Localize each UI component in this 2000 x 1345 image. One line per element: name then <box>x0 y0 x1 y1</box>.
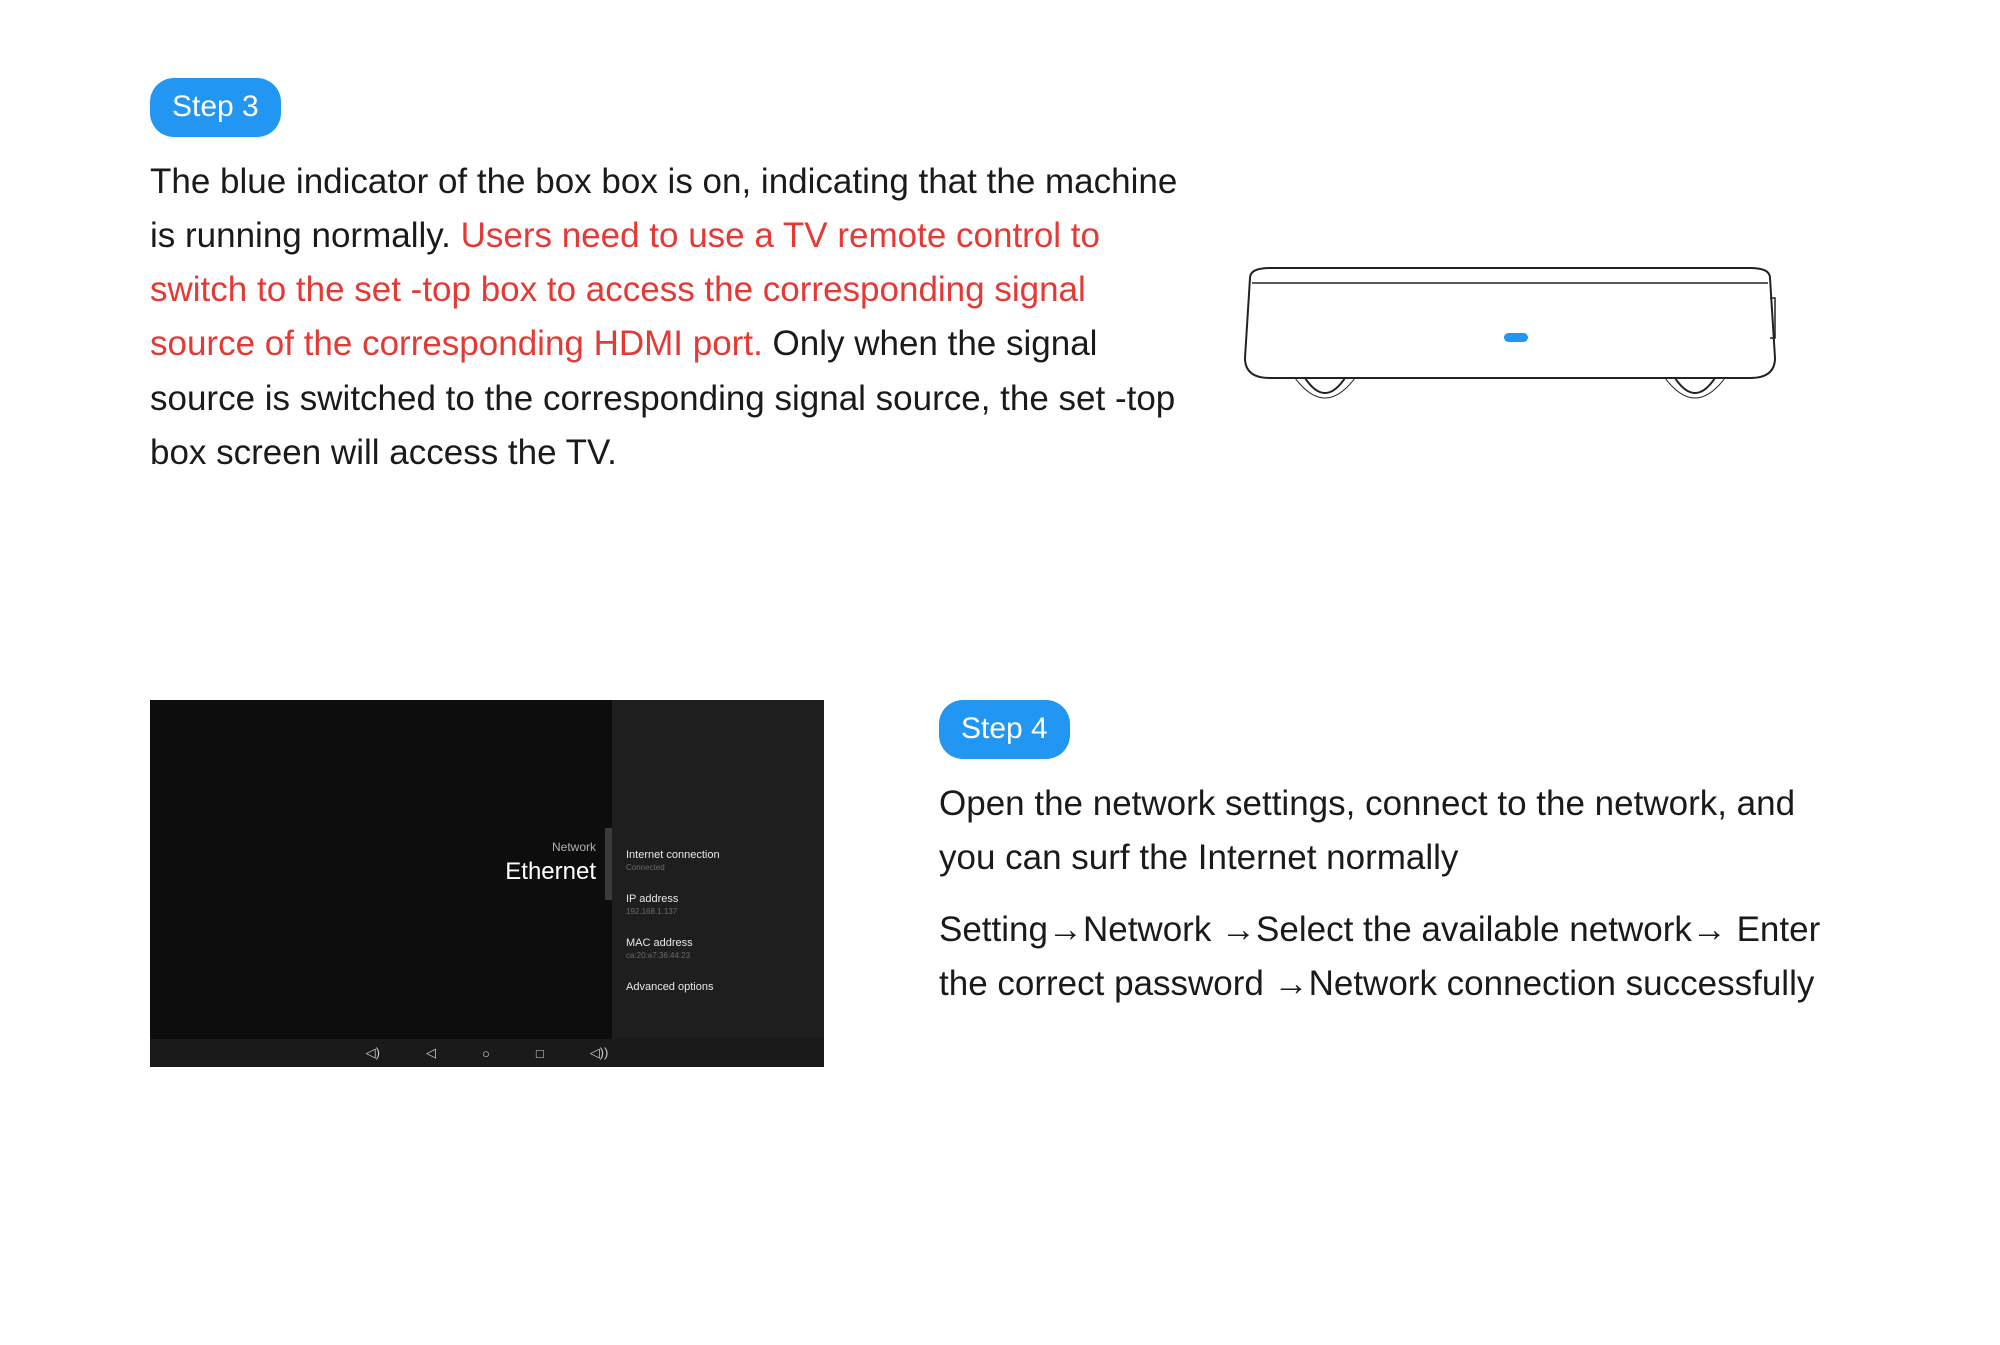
internet-connection-value: Connected <box>612 863 824 890</box>
home-icon: ○ <box>482 1046 490 1061</box>
android-nav-bar: ◁) ◁ ○ □ ◁)) <box>150 1039 824 1067</box>
ip-address-value: 192.168.1.137 <box>612 907 824 934</box>
volume-down-icon: ◁) <box>366 1045 380 1061</box>
network-label: Network <box>460 840 596 854</box>
recent-icon: □ <box>536 1046 544 1061</box>
step3-paragraph: The blue indicator of the box box is on,… <box>150 155 1180 481</box>
advanced-options-label: Advanced options <box>612 978 824 995</box>
step4-para2: Setting→Network →Select the available ne… <box>939 903 1850 1012</box>
mac-address-label: MAC address <box>612 934 824 951</box>
device-illustration <box>1230 258 1790 433</box>
volume-up-icon: ◁)) <box>590 1045 609 1061</box>
step3-text-block: Step 3 The blue indicator of the box box… <box>150 78 1180 480</box>
mac-address-value: ca:20:a7:36:44:23 <box>612 951 824 978</box>
internet-connection-label: Internet connection <box>612 846 824 863</box>
network-details-panel: Internet connection Connected IP address… <box>612 700 824 1039</box>
step4-text-block: Step 4 Open the network settings, connec… <box>939 700 1850 1012</box>
step4-badge: Step 4 <box>939 700 1070 759</box>
network-settings-screenshot: Network Ethernet Internet connection Con… <box>150 700 824 1067</box>
step3-badge: Step 3 <box>150 78 281 137</box>
set-top-box-icon <box>1230 258 1790 428</box>
step4-para1: Open the network settings, connect to th… <box>939 777 1850 886</box>
ip-address-label: IP address <box>612 890 824 907</box>
ethernet-label: Ethernet <box>460 858 596 886</box>
back-icon: ◁ <box>426 1045 436 1061</box>
step4-section: Network Ethernet Internet connection Con… <box>150 700 1850 1067</box>
